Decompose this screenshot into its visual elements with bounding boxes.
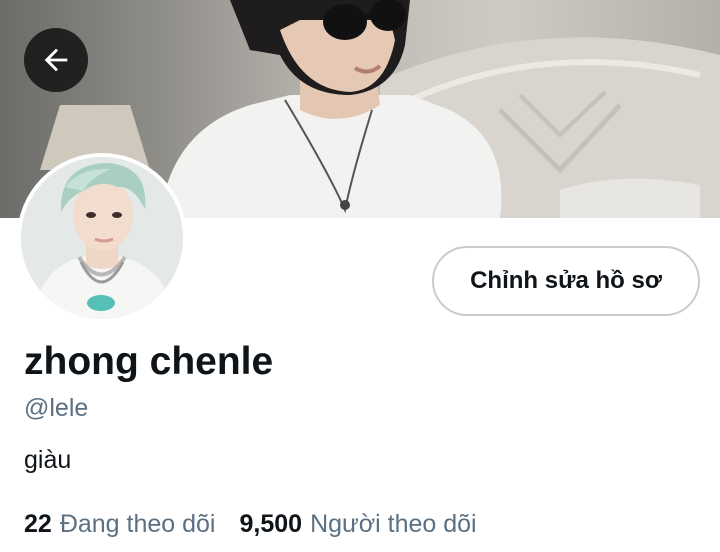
edit-profile-button[interactable]: Chỉnh sửa hồ sơ <box>432 246 700 316</box>
back-button[interactable] <box>24 28 88 92</box>
followers-count: 9,500 <box>239 510 303 538</box>
followers-label: Người theo dõi <box>310 510 477 538</box>
avatar-image <box>21 157 183 319</box>
username-handle: @lele <box>24 394 89 422</box>
display-name: zhong chenle <box>24 340 274 383</box>
following-label: Đang theo dõi <box>59 510 216 538</box>
following-count: 22 <box>24 510 52 538</box>
followers-link[interactable]: 9,500 Người theo dõi <box>240 510 477 539</box>
follow-stats: 22 Đang theo dõi 9,500 Người theo dõi <box>24 510 477 539</box>
arrow-left-icon <box>44 48 68 72</box>
following-link[interactable]: 22 Đang theo dõi <box>24 510 216 539</box>
profile-bio: giàu <box>24 446 72 474</box>
profile-page: Chỉnh sửa hồ sơ zhong chenle @lele giàu … <box>0 0 720 552</box>
avatar[interactable] <box>17 153 187 323</box>
